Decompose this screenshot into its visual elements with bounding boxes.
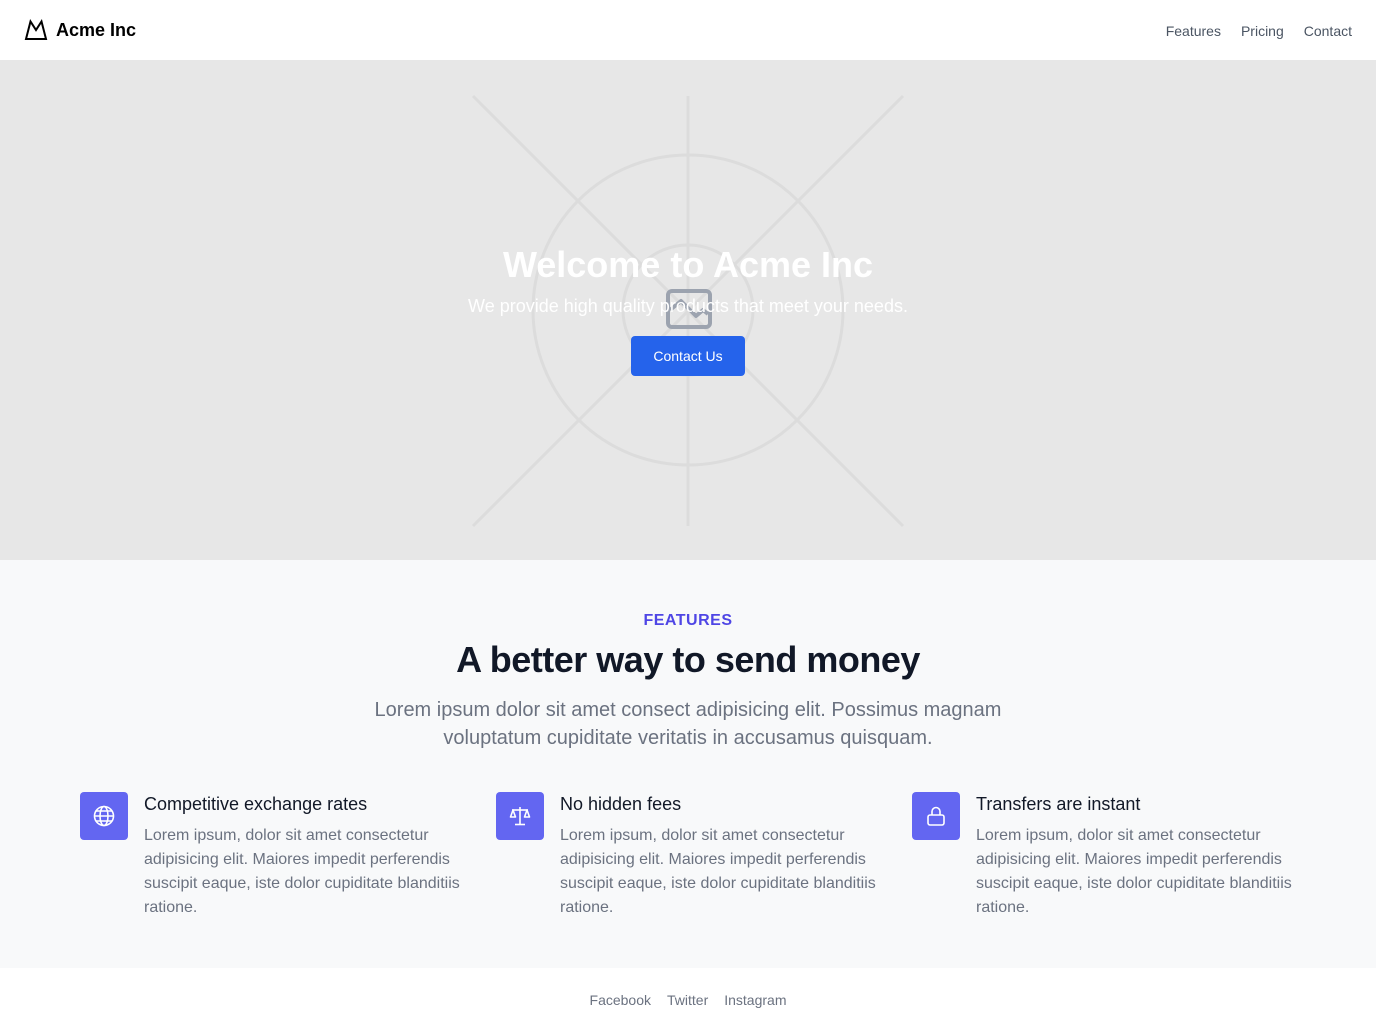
lock-icon [927, 806, 945, 826]
footer-link-instagram[interactable]: Instagram [724, 990, 786, 1010]
hero-title: Welcome to Acme Inc [502, 244, 874, 285]
footer-link-facebook[interactable]: Facebook [590, 990, 651, 1010]
site-header: Acme Inc Features Pricing Contact [0, 0, 1376, 60]
features-eyebrow: FEATURES [643, 612, 733, 629]
nav-link-pricing[interactable]: Pricing [1241, 21, 1284, 41]
scale-icon [509, 807, 531, 826]
footer-link-twitter[interactable]: Twitter [667, 990, 708, 1010]
hero-subtitle: We provide high quality products that me… [468, 296, 908, 316]
feature-icon-box [80, 792, 128, 840]
feature-title: Transfers are instant [976, 794, 1141, 814]
features-lead: Lorem ipsum dolor sit amet consect adipi… [374, 699, 1002, 749]
feature-icon-box [496, 792, 544, 840]
nav-link-features[interactable]: Features [1166, 21, 1221, 41]
brand-link[interactable]: Acme Inc [24, 18, 136, 42]
nav-link-contact[interactable]: Contact [1304, 21, 1352, 41]
mountain-icon [24, 19, 48, 40]
feature-description: Lorem ipsum, dolor sit amet consectetur … [144, 827, 460, 916]
contact-us-button[interactable]: Contact Us [631, 336, 745, 376]
feature-description: Lorem ipsum, dolor sit amet consectetur … [976, 827, 1292, 916]
feature-title: No hidden fees [560, 794, 682, 814]
feature-title: Competitive exchange rates [144, 794, 368, 814]
main-nav: Features Pricing Contact [1166, 21, 1352, 41]
globe-icon [93, 805, 115, 827]
site-footer: Facebook Twitter Instagram [0, 968, 1376, 1032]
feature-icon-box [912, 792, 960, 840]
features-section: FEATURES A better way to send money Lore… [0, 560, 1376, 968]
footer-links: Facebook Twitter Instagram [0, 990, 1376, 1010]
feature-description: Lorem ipsum, dolor sit amet consectetur … [560, 827, 876, 916]
hero-section: Welcome to Acme Inc We provide high qual… [0, 60, 1376, 560]
features-heading: A better way to send money [456, 639, 920, 680]
brand-name: Acme Inc [56, 19, 137, 40]
